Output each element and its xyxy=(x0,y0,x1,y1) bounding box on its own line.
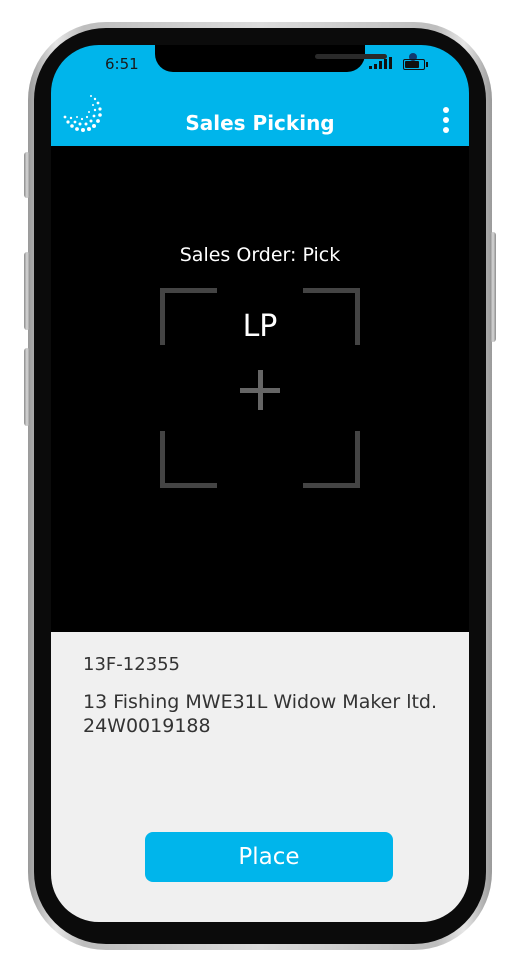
more-options-icon[interactable] xyxy=(435,107,457,143)
item-name: 13 Fishing MWE31L Widow Maker ltd. xyxy=(83,691,438,713)
crosshair-plus-icon xyxy=(240,370,280,410)
phone-screen: 6:51 Sales Picking Sales Order: Pick LP … xyxy=(51,45,469,922)
phone-volume-down-button xyxy=(24,348,30,426)
item-description: 13 Fishing MWE31L Widow Maker ltd. 24W00… xyxy=(83,690,453,738)
phone-power-button xyxy=(490,232,496,342)
notch xyxy=(155,45,417,72)
frame-corner-bottom-left xyxy=(160,431,217,488)
status-bar: 6:51 xyxy=(51,45,469,79)
phone-volume-up-button xyxy=(24,252,30,330)
status-time: 6:51 xyxy=(105,55,139,73)
scan-target-frame: LP xyxy=(160,288,360,488)
order-id: 13F-12355 xyxy=(83,654,181,675)
battery-icon xyxy=(403,59,428,70)
frame-corner-bottom-right xyxy=(303,431,360,488)
pick-details-panel: 13F-12355 13 Fishing MWE31L Widow Maker … xyxy=(51,632,469,922)
scan-target-label: LP xyxy=(242,309,278,344)
scanner-viewport[interactable]: Sales Order: Pick LP xyxy=(51,146,469,632)
item-lot-number: 24W0019188 xyxy=(83,715,211,737)
place-button[interactable]: Place xyxy=(145,832,393,882)
app-bar: Sales Picking xyxy=(51,79,469,146)
phone-side-button xyxy=(24,152,30,198)
scan-heading: Sales Order: Pick xyxy=(179,244,341,266)
app-title: Sales Picking xyxy=(185,111,335,135)
signal-icon xyxy=(369,57,392,69)
